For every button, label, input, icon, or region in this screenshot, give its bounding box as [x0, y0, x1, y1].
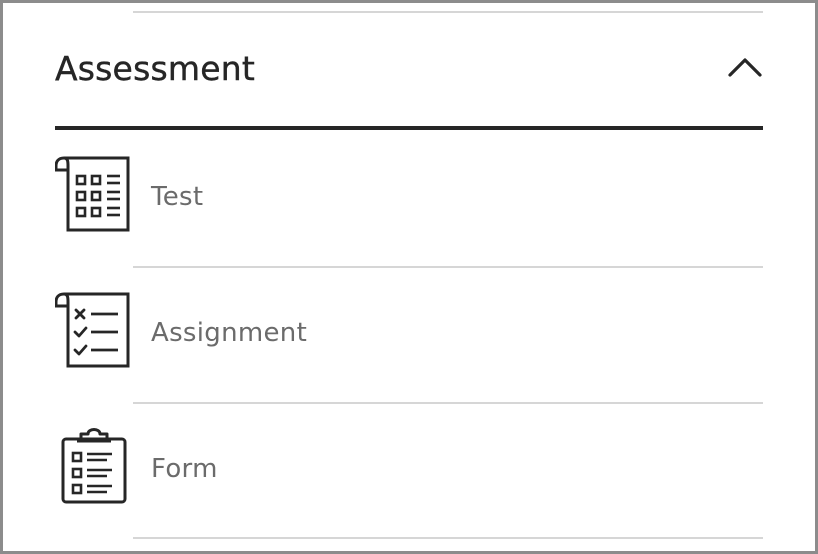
assessment-item-test[interactable]: Test	[54, 130, 763, 266]
assessment-item-form[interactable]: Form	[55, 402, 763, 538]
assessment-section-header[interactable]: Assessment	[55, 39, 763, 129]
chevron-up-icon[interactable]	[727, 53, 763, 81]
test-calculator-icon	[54, 155, 131, 233]
assessment-panel: Assessment Test Assignment Form	[0, 0, 818, 554]
assignment-checklist-icon	[54, 291, 131, 369]
item-label-form: Form	[151, 454, 218, 484]
item-label-assignment: Assignment	[151, 318, 308, 348]
item-divider	[133, 537, 763, 539]
top-divider	[133, 11, 763, 13]
assessment-item-assignment[interactable]: Assignment	[54, 266, 763, 402]
item-label-test: Test	[151, 182, 204, 212]
form-clipboard-icon	[55, 425, 131, 504]
section-title: Assessment	[55, 49, 255, 88]
